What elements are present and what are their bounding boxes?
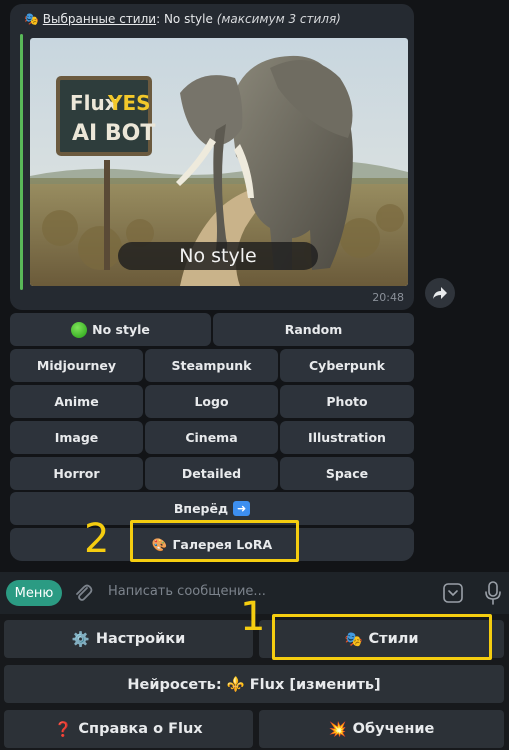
- training-label: Обучение: [352, 721, 435, 737]
- style-button-label: Anime: [54, 394, 99, 409]
- style-button-label: Image: [54, 430, 99, 445]
- style-button-label: Random: [284, 322, 343, 337]
- style-button-label: Cinema: [185, 430, 238, 445]
- style-button-horror[interactable]: Horror: [10, 457, 143, 490]
- style-button-cinema[interactable]: Cinema: [145, 421, 278, 454]
- share-arrow-icon: [433, 287, 447, 299]
- collision-icon: 💥: [328, 721, 347, 738]
- microphone-icon[interactable]: [484, 581, 502, 605]
- lora-gallery-label: Галерея LoRA: [172, 537, 273, 552]
- question-mark-icon: ❓: [54, 721, 73, 738]
- style-button-image[interactable]: Image: [10, 421, 143, 454]
- training-button[interactable]: 💥 Обучение: [259, 710, 504, 748]
- keyboard-toggle-icon[interactable]: [442, 582, 464, 604]
- bot-message: 🎭 Выбранные стили: No style (максимум 3 …: [10, 4, 414, 310]
- lora-gallery-button[interactable]: 🎨 Галерея LoRA: [10, 528, 414, 561]
- help-label: Справка о Flux: [78, 721, 203, 737]
- help-button[interactable]: ❓ Справка о Flux: [4, 710, 253, 748]
- forward-button[interactable]: Вперёд ➜: [10, 492, 414, 525]
- style-button-label: Horror: [53, 466, 100, 481]
- style-button-no-style[interactable]: No style: [10, 313, 211, 346]
- palette-icon: 🎨: [151, 536, 168, 552]
- preview-image[interactable]: Flux YES AI BOT No style: [30, 38, 408, 286]
- style-button-label: Midjourney: [36, 358, 117, 373]
- sign-text-yes: YES: [107, 91, 151, 115]
- style-button-detailed[interactable]: Detailed: [145, 457, 278, 490]
- style-button-label: Steampunk: [171, 358, 252, 373]
- style-button-label: Detailed: [181, 466, 242, 481]
- model-label: Нейросеть: ⚜️ Flux [изменить]: [127, 676, 381, 693]
- share-button[interactable]: [425, 278, 455, 308]
- style-button-logo[interactable]: Logo: [145, 385, 278, 418]
- arrow-right-icon: ➜: [233, 501, 251, 516]
- message-title: 🎭 Выбранные стили: No style (максимум 3 …: [24, 12, 341, 26]
- masks-icon: 🎭: [344, 631, 363, 648]
- annotation-number-2: 2: [84, 516, 110, 562]
- style-button-label: Photo: [326, 394, 368, 409]
- title-prefix: Выбранные стили: [42, 12, 157, 26]
- title-value: No style: [160, 12, 213, 26]
- green-circle-icon: [71, 321, 88, 338]
- gear-icon: ⚙️: [71, 631, 90, 648]
- model-button[interactable]: Нейросеть: ⚜️ Flux [изменить]: [4, 665, 504, 703]
- style-button-cyberpunk[interactable]: Cyberpunk: [280, 349, 414, 382]
- style-button-label: Space: [325, 466, 369, 481]
- style-button-label: Illustration: [308, 430, 386, 445]
- telegram-chat-screen: 🎭 Выбранные стили: No style (максимум 3 …: [0, 0, 509, 750]
- menu-button[interactable]: Меню: [6, 580, 62, 606]
- style-button-random[interactable]: Random: [213, 313, 414, 346]
- style-button-label: No style: [92, 322, 150, 337]
- style-button-space[interactable]: Space: [280, 457, 414, 490]
- settings-label: Настройки: [95, 631, 186, 647]
- image-caption: No style: [179, 245, 256, 267]
- style-button-label: Cyberpunk: [309, 358, 385, 373]
- annotation-number-1: 1: [240, 594, 266, 640]
- style-button-photo[interactable]: Photo: [280, 385, 414, 418]
- settings-button[interactable]: ⚙️ Настройки: [4, 620, 253, 658]
- paperclip-icon[interactable]: [72, 582, 94, 604]
- quote-bar: [20, 34, 23, 290]
- style-button-illustration[interactable]: Illustration: [280, 421, 414, 454]
- sign-text-aibot: AI BOT: [72, 121, 155, 146]
- style-button-midjourney[interactable]: Midjourney: [10, 349, 143, 382]
- style-button-anime[interactable]: Anime: [10, 385, 143, 418]
- masks-icon: 🎭: [24, 12, 39, 26]
- styles-button[interactable]: 🎭 Стили: [259, 620, 504, 658]
- styles-label: Стили: [368, 631, 419, 647]
- forward-label: Вперёд: [173, 501, 229, 516]
- style-button-label: Logo: [194, 394, 229, 409]
- style-button-steampunk[interactable]: Steampunk: [145, 349, 278, 382]
- message-time: 20:48: [372, 291, 404, 304]
- title-note: (максимум 3 стиля): [216, 12, 341, 26]
